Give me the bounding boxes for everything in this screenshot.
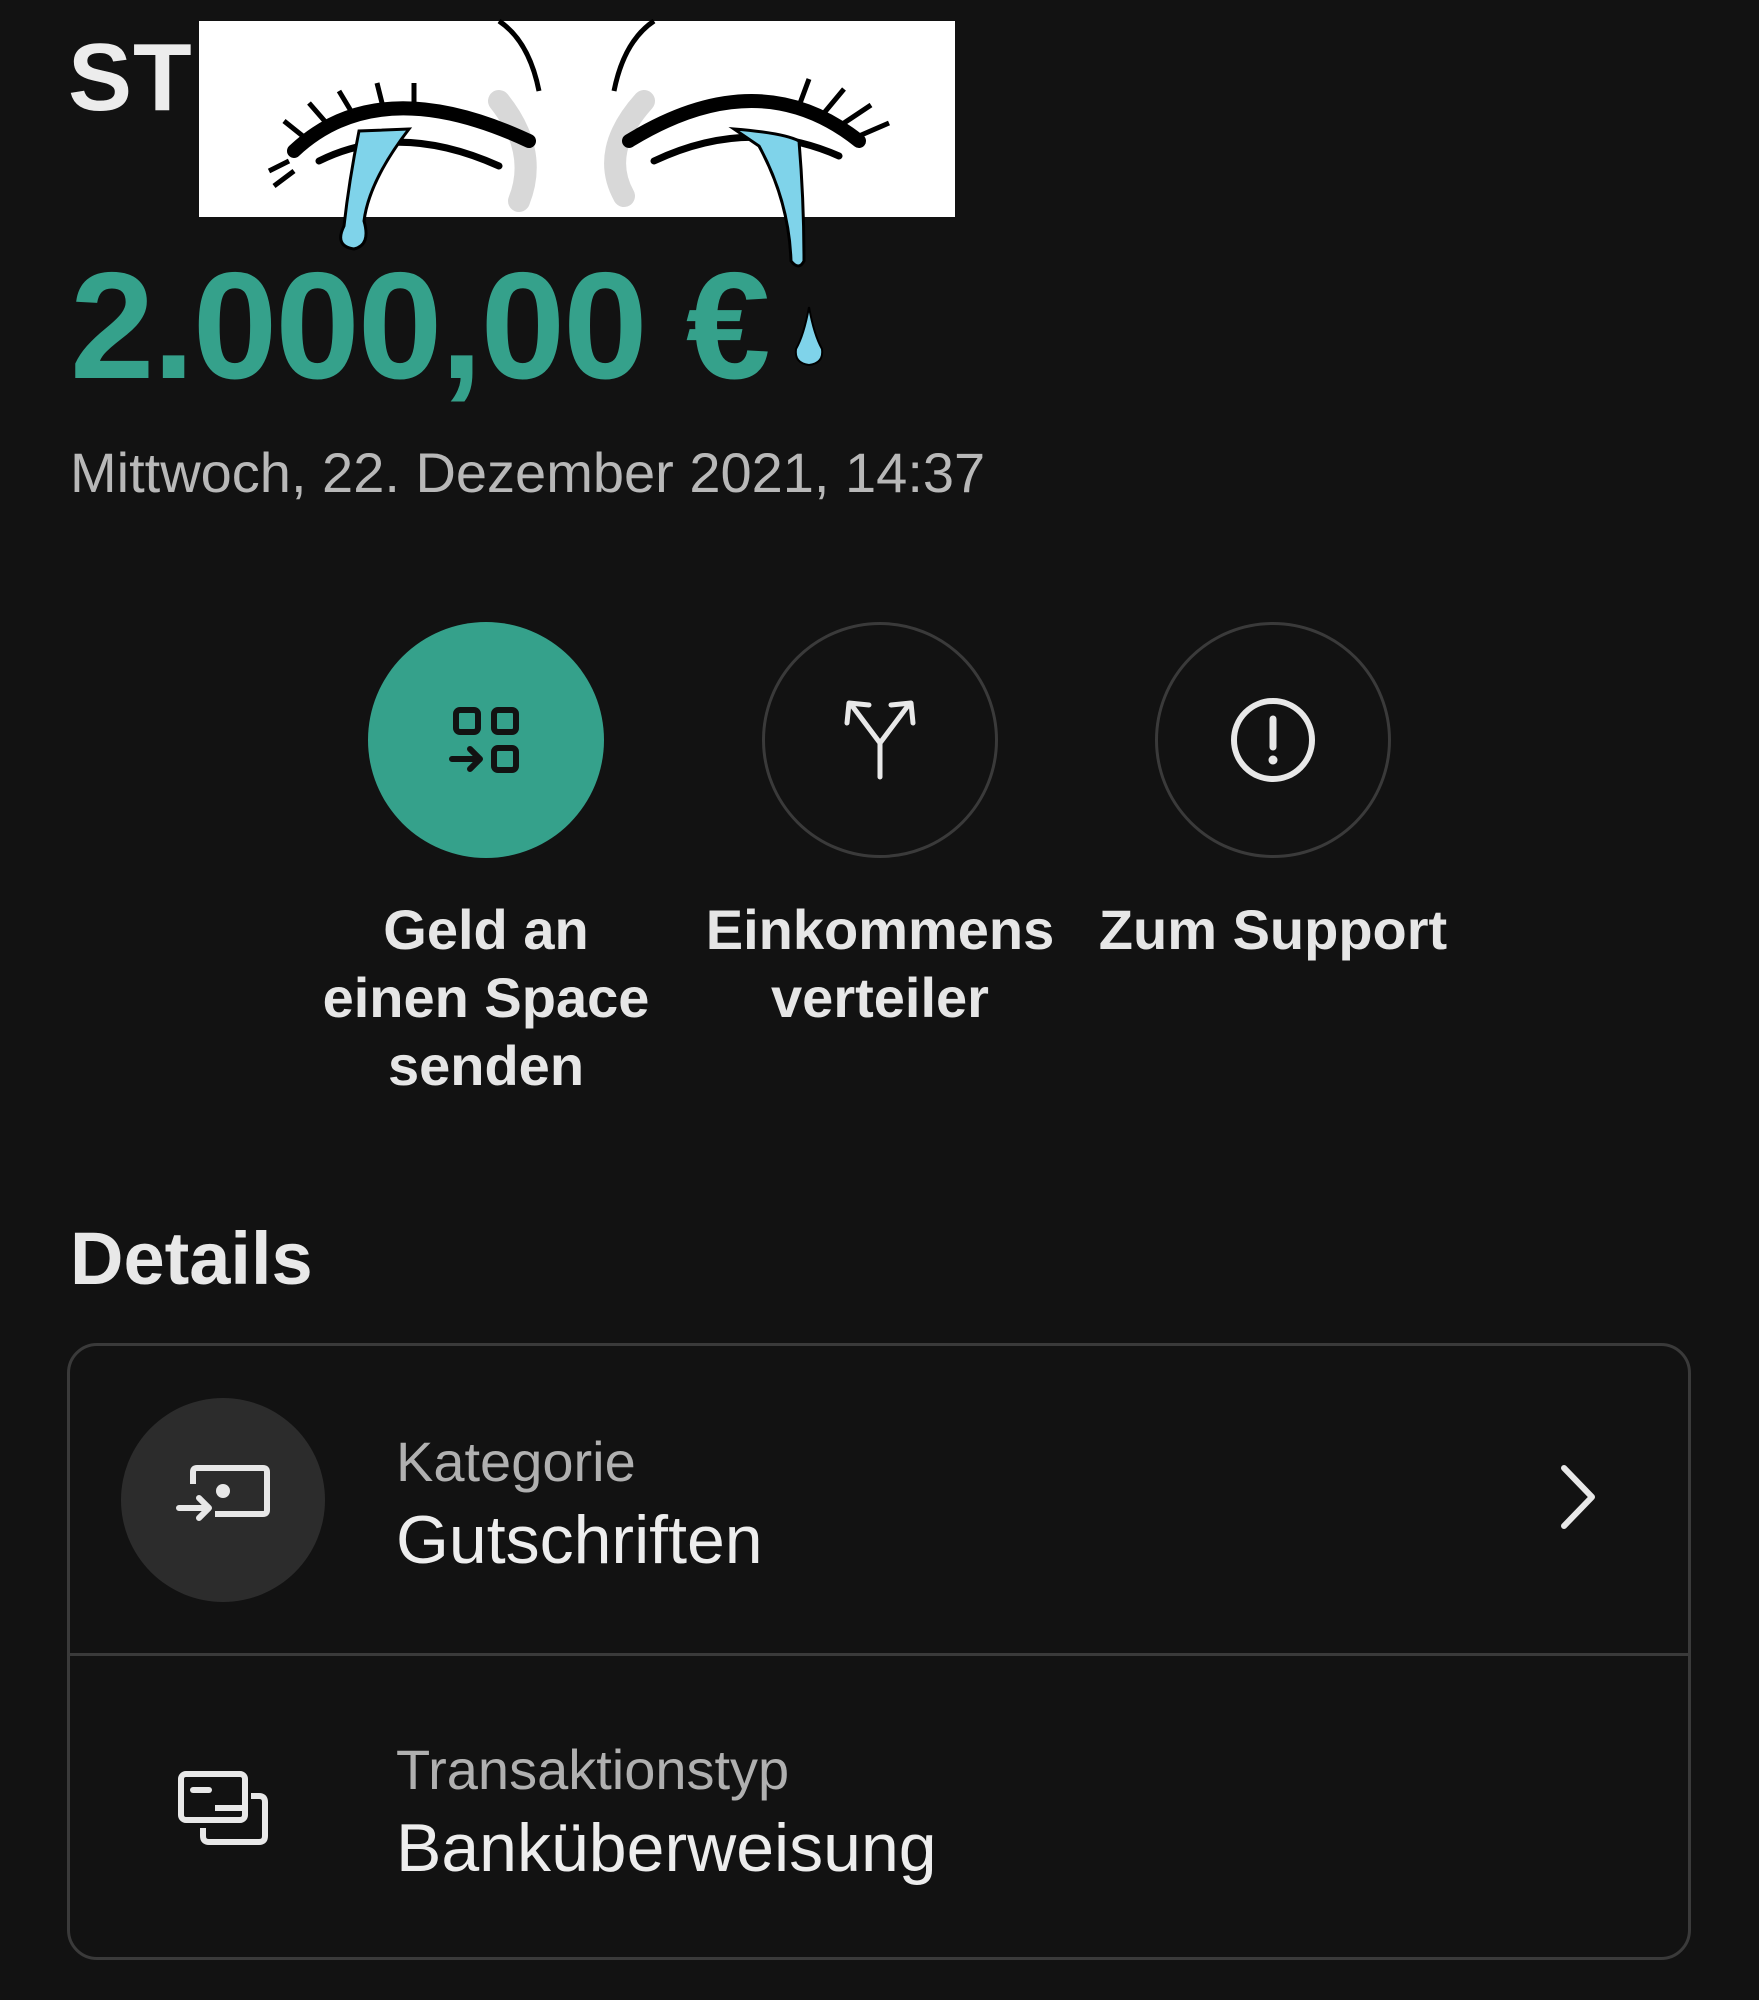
cards-icon <box>178 1771 268 1845</box>
details-card: Kategorie Gutschriften Transaktionstyp B… <box>67 1343 1691 1960</box>
transaction-type-value: Banküberweisung <box>396 1810 937 1886</box>
split-arrows-icon <box>844 700 916 780</box>
incoming-money-icon <box>176 1465 270 1521</box>
income-splitter-button[interactable]: Einkommens verteiler <box>700 622 1060 1032</box>
chevron-right-icon[interactable] <box>1558 1464 1598 1530</box>
send-to-space-circle[interactable] <box>368 622 604 858</box>
category-icon-circle <box>121 1398 325 1602</box>
category-row[interactable]: Kategorie Gutschriften <box>70 1346 1688 1656</box>
details-heading: Details <box>70 1217 313 1300</box>
transaction-amount: 2.000,00 € <box>70 241 770 411</box>
tear-drop-icon <box>794 306 824 367</box>
support-circle[interactable] <box>1155 622 1391 858</box>
support-label: Zum Support <box>1098 898 1448 961</box>
action-buttons: Geld an einen Space senden Einkommens ve… <box>0 622 1759 1102</box>
crying-eyes-sticker <box>199 18 955 268</box>
send-to-space-button[interactable]: Geld an einen Space senden <box>306 622 666 1100</box>
space-transfer-icon <box>449 707 519 773</box>
transaction-detail-screen: ST 2.000,00 € Mittwoch, 22. Dezember 202… <box>0 0 1759 2000</box>
income-splitter-circle[interactable] <box>762 622 998 858</box>
transaction-type-icon-circle <box>121 1706 325 1910</box>
category-value: Gutschriften <box>396 1502 763 1578</box>
transaction-type-label: Transaktionstyp <box>396 1738 790 1801</box>
transaction-type-row: Transaktionstyp Banküberweisung <box>70 1654 1688 1961</box>
send-to-space-label: Geld an einen Space senden <box>322 898 650 1097</box>
income-splitter-label: Einkommens verteiler <box>705 898 1055 1029</box>
support-button[interactable]: Zum Support <box>1093 622 1453 964</box>
exclamation-circle-icon <box>1231 698 1315 782</box>
transaction-datetime: Mittwoch, 22. Dezember 2021, 14:37 <box>70 441 986 504</box>
page-title: ST <box>68 24 193 131</box>
category-label: Kategorie <box>396 1430 636 1493</box>
